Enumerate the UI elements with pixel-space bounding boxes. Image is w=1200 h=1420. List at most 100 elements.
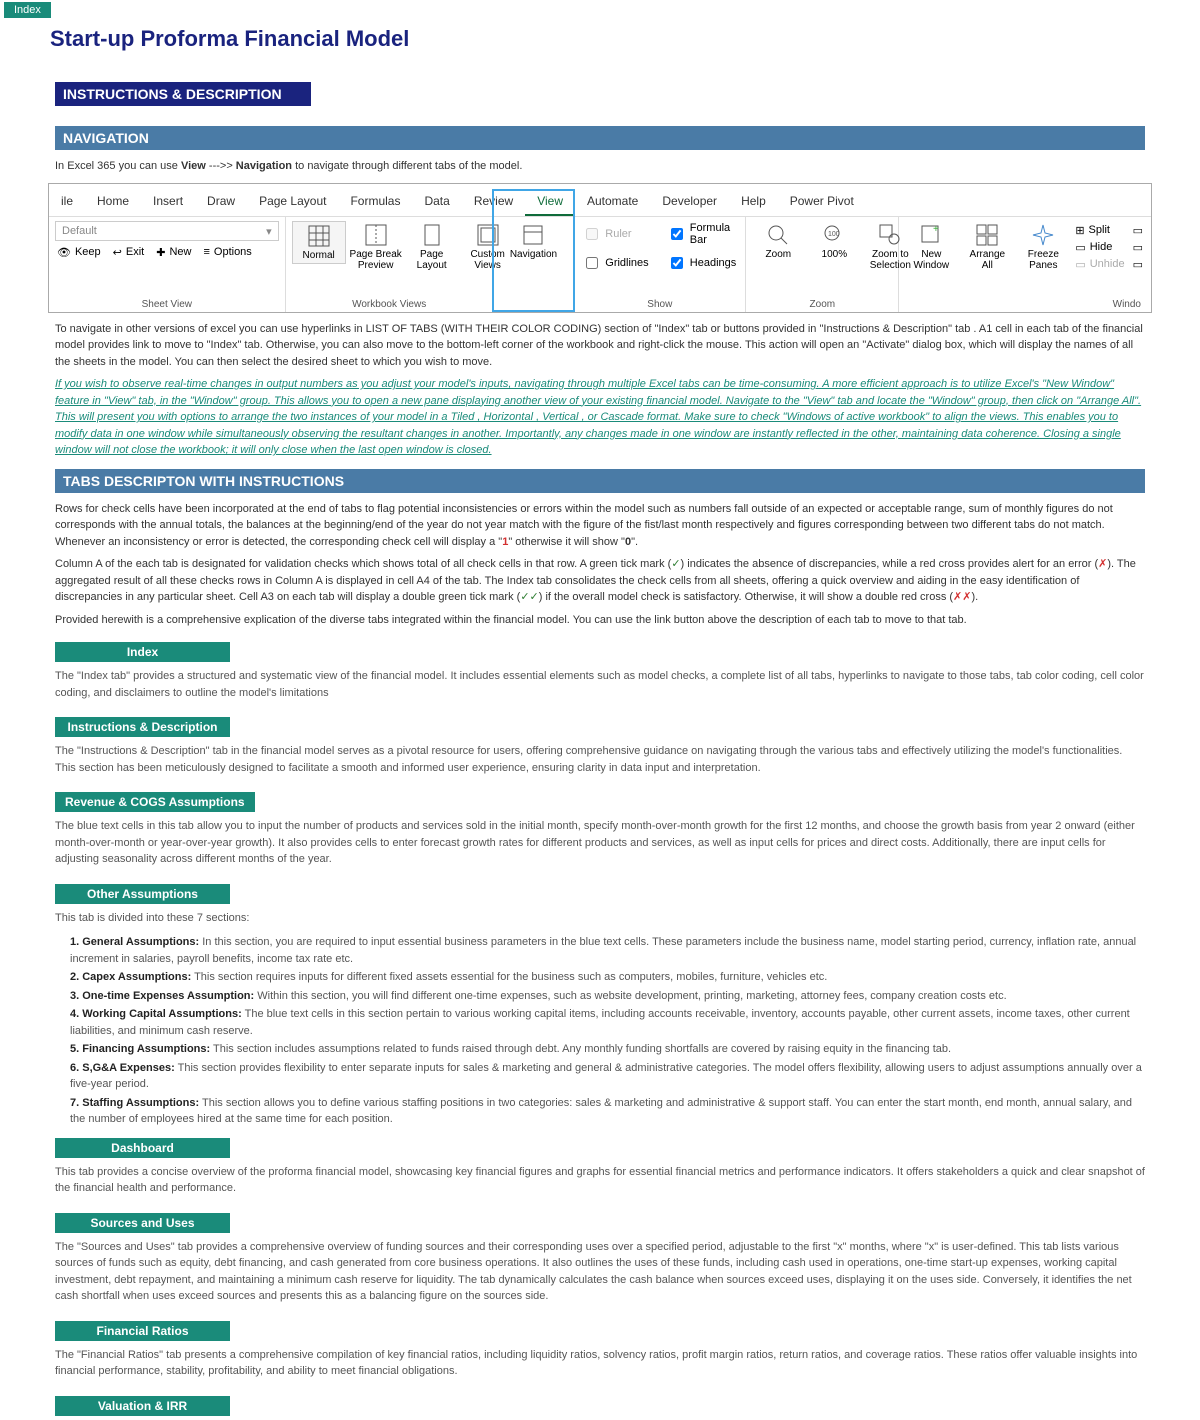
arrange-all-button[interactable]: Arrange All	[961, 221, 1013, 273]
new-button[interactable]: ✚New	[154, 245, 193, 260]
normal-view-button[interactable]: Normal	[292, 221, 346, 264]
unhide-button[interactable]: ▭Unhide	[1073, 257, 1126, 272]
tab-home[interactable]: Home	[85, 188, 141, 216]
ratios-tab-desc: The "Financial Ratios" tab presents a co…	[55, 1347, 1145, 1380]
unhide-icon: ▭	[1075, 258, 1085, 271]
tab-automate[interactable]: Automate	[575, 188, 650, 216]
tab-formulas[interactable]: Formulas	[338, 188, 412, 216]
show-label: Show	[580, 297, 739, 310]
nav-group-label	[500, 308, 568, 310]
exit-button[interactable]: ↩Exit	[111, 245, 147, 260]
valuation-tab-button[interactable]: Valuation & IRR	[55, 1396, 230, 1416]
tab-draw[interactable]: Draw	[195, 188, 247, 216]
hide-button[interactable]: ▭Hide	[1073, 240, 1126, 255]
exit-icon: ↩	[113, 246, 122, 259]
magnifier-100-icon: 100	[820, 223, 848, 247]
other-assumption-item: 5. Financing Assumptions: This section i…	[70, 1041, 1145, 1058]
split-button[interactable]: ⊞Split	[1073, 223, 1126, 238]
sources-tab-desc: The "Sources and Uses" tab provides a co…	[55, 1239, 1145, 1305]
sources-tab-button[interactable]: Sources and Uses	[55, 1213, 230, 1233]
tab-insert[interactable]: Insert	[141, 188, 195, 216]
nav-para2: To navigate in other versions of excel y…	[55, 321, 1145, 371]
tab-file[interactable]: ile	[49, 188, 85, 216]
page-layout-button[interactable]: Page Layout	[406, 221, 458, 273]
plus-icon: ✚	[156, 246, 165, 259]
tab-page-layout[interactable]: Page Layout	[247, 188, 338, 216]
svg-text:100: 100	[828, 231, 840, 238]
arrange-icon	[973, 223, 1001, 247]
nav-intro-text: In Excel 365 you can use View --->> Navi…	[55, 158, 1145, 175]
list-icon: ≡	[203, 246, 209, 258]
window-opt3[interactable]: ▭	[1131, 257, 1145, 272]
freeze-panes-button[interactable]: Freeze Panes	[1017, 221, 1069, 273]
red-cross-icon: ✗	[1098, 558, 1107, 570]
workbook-views-label: Workbook Views	[292, 297, 487, 310]
instructions-header: INSTRUCTIONS & DESCRIPTION	[55, 82, 311, 106]
tab-view[interactable]: View	[525, 188, 575, 216]
index-tab-button[interactable]: Index	[55, 642, 230, 662]
excel-ribbon: ile Home Insert Draw Page Layout Formula…	[48, 183, 1152, 313]
tabs-desc-p3: Provided herewith is a comprehensive exp…	[55, 612, 1145, 629]
window-opt1[interactable]: ▭	[1131, 223, 1145, 238]
navigation-header: NAVIGATION	[55, 126, 1145, 150]
ratios-tab-button[interactable]: Financial Ratios	[55, 1321, 230, 1341]
window-label: Windo	[905, 297, 1145, 310]
new-window-icon: +	[917, 223, 945, 247]
page-break-button[interactable]: Page Break Preview	[350, 221, 402, 273]
ribbon-tabs: ile Home Insert Draw Page Layout Formula…	[49, 184, 1151, 217]
zoom-label: Zoom	[752, 297, 892, 310]
instructions-tab-button[interactable]: Instructions & Description	[55, 717, 230, 737]
instructions-tab-desc: The "Instructions & Description" tab in …	[55, 743, 1145, 776]
other-assumption-item: 4. Working Capital Assumptions: The blue…	[70, 1006, 1145, 1039]
keep-button[interactable]: 👁Keep	[55, 245, 103, 260]
split-icon: ⊞	[1075, 224, 1084, 237]
other-assumption-item: 2. Capex Assumptions: This section requi…	[70, 969, 1145, 986]
green-tick-icon: ✓	[671, 558, 680, 570]
other-assumption-item: 7. Staffing Assumptions: This section al…	[70, 1095, 1145, 1128]
double-red-cross-icon: ✗✗	[953, 591, 971, 603]
gridlines-checkbox[interactable]: Gridlines	[580, 253, 655, 273]
sheet-view-dropdown[interactable]: Default	[55, 221, 279, 241]
dashboard-tab-desc: This tab provides a concise overview of …	[55, 1164, 1145, 1197]
magnifier-icon	[764, 223, 792, 247]
svg-text:+: +	[933, 224, 939, 235]
window-opt2[interactable]: ▭	[1131, 240, 1145, 255]
zoom-100-button[interactable]: 100 100%	[808, 221, 860, 262]
tabs-desc-p1: Rows for check cells have been incorpora…	[55, 501, 1145, 551]
other-assumption-item: 6. S,G&A Expenses: This section provides…	[70, 1060, 1145, 1093]
tab-power-pivot[interactable]: Power Pivot	[778, 188, 866, 216]
tab-review[interactable]: Review	[462, 188, 525, 216]
tabs-desc-p2: Column A of the each tab is designated f…	[55, 556, 1145, 606]
tab-help[interactable]: Help	[729, 188, 778, 216]
dashboard-tab-button[interactable]: Dashboard	[55, 1138, 230, 1158]
new-window-button[interactable]: + New Window	[905, 221, 957, 273]
page-icon	[418, 223, 446, 247]
top-index-tab[interactable]: Index	[4, 2, 51, 18]
sheet-view-label: Sheet View	[55, 297, 279, 310]
revenue-tab-desc: The blue text cells in this tab allow yo…	[55, 818, 1145, 868]
formula-bar-checkbox[interactable]: Formula Bar	[665, 221, 740, 247]
tabs-description-header: TABS DESCRIPTON WITH INSTRUCTIONS	[55, 469, 1145, 493]
nav-icon	[519, 223, 547, 247]
options-button[interactable]: ≡Options	[201, 245, 253, 260]
eye-icon: 👁	[57, 246, 71, 259]
hide-icon: ▭	[1075, 241, 1085, 254]
navigation-button[interactable]: Navigation	[504, 221, 563, 262]
other-assumption-item: 3. One-time Expenses Assumption: Within …	[70, 988, 1145, 1005]
other-tab-button[interactable]: Other Assumptions	[55, 884, 230, 904]
tab-developer[interactable]: Developer	[650, 188, 729, 216]
nav-para3: If you wish to observe real-time changes…	[55, 376, 1145, 459]
index-tab-desc: The "Index tab" provides a structured an…	[55, 668, 1145, 701]
ruler-checkbox[interactable]: Ruler	[580, 221, 655, 247]
headings-checkbox[interactable]: Headings	[665, 253, 740, 273]
double-green-tick-icon: ✓✓	[520, 591, 538, 603]
other-intro: This tab is divided into these 7 section…	[55, 910, 1145, 927]
freeze-icon	[1029, 223, 1057, 247]
page-title: Start-up Proforma Financial Model	[50, 26, 1200, 52]
pagebreak-icon	[362, 223, 390, 247]
zoom-button[interactable]: Zoom	[752, 221, 804, 262]
tab-data[interactable]: Data	[412, 188, 461, 216]
grid-icon	[305, 224, 333, 248]
revenue-tab-button[interactable]: Revenue & COGS Assumptions	[55, 792, 255, 812]
other-assumption-item: 1. General Assumptions: In this section,…	[70, 934, 1145, 967]
